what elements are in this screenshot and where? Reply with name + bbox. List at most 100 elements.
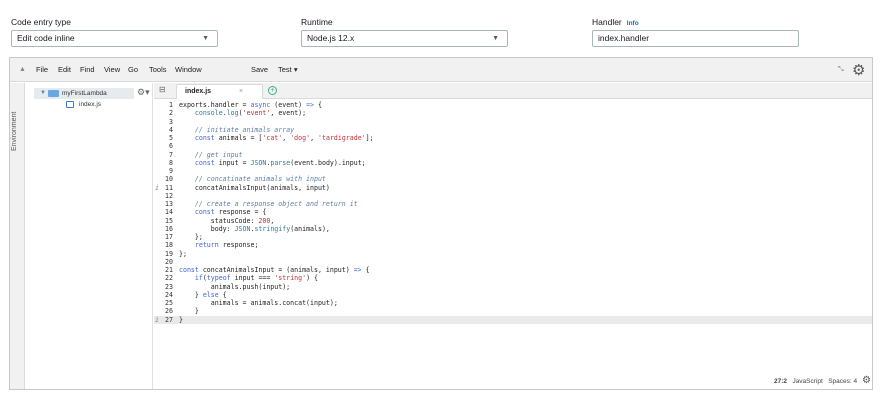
- line-number: 7: [169, 150, 173, 159]
- code-line[interactable]: 24 } else {: [154, 291, 872, 299]
- tree-settings-icon[interactable]: ⚙▾: [137, 87, 150, 98]
- code-text: } else {: [179, 290, 227, 299]
- runtime-label: Runtime: [301, 17, 333, 27]
- line-number: 2: [169, 109, 173, 118]
- code-line[interactable]: 15 statusCode: 200,: [154, 217, 872, 225]
- close-icon[interactable]: ×: [239, 85, 243, 99]
- menu-go[interactable]: Go: [128, 58, 138, 82]
- code-line[interactable]: 16 body: JSON.stringify(animals),: [154, 225, 872, 233]
- code-line[interactable]: 19};: [154, 250, 872, 258]
- line-number: 13: [165, 200, 173, 208]
- menu-window[interactable]: Window: [175, 58, 202, 82]
- add-tab-icon[interactable]: +: [268, 86, 277, 95]
- fullscreen-icon[interactable]: ⤡: [838, 66, 844, 74]
- code-text: exports.handler = async (event) => {: [179, 101, 322, 109]
- tab-index-js[interactable]: index.js ×: [176, 84, 263, 99]
- code-line[interactable]: 23 animals.push(input);: [154, 283, 872, 291]
- line-number: 10: [165, 175, 173, 184]
- file-index-js[interactable]: index.js: [79, 99, 101, 110]
- code-text: };: [179, 233, 203, 241]
- code-line[interactable]: 14 const response = {: [154, 208, 872, 216]
- code-line[interactable]: 5 const animals = ['cat', 'dog', 'tardig…: [154, 134, 872, 142]
- code-line[interactable]: 13 // create a response object and retur…: [154, 200, 872, 208]
- line-number: 17: [165, 233, 173, 241]
- code-text: concatAnimalsInput(animals, input): [179, 183, 330, 192]
- code-text: if(typeof input === 'string') {: [194, 274, 319, 283]
- gear-icon[interactable]: ⚙: [852, 61, 865, 79]
- menu-file[interactable]: File: [36, 58, 48, 82]
- code-text: console.log('event', event);: [194, 109, 307, 118]
- editor-tabbar: ⊟ index.js × +: [154, 83, 872, 99]
- chevron-down-icon[interactable]: ▼: [40, 88, 46, 99]
- code-text: // concatinate animals with input: [194, 175, 326, 184]
- code-entry-select[interactable]: Edit code inline ▼: [11, 30, 218, 47]
- line-number: 9: [169, 167, 173, 175]
- function-code-config: Code entry type Edit code inline ▼ Runti…: [0, 0, 880, 56]
- menu-view[interactable]: View: [104, 58, 120, 82]
- code-line[interactable]: 3: [154, 118, 872, 126]
- line-number: 6: [169, 142, 173, 151]
- code-line[interactable]: 4 // initiate animals array: [154, 126, 872, 134]
- code-text: animals.push(input);: [179, 282, 291, 291]
- collapse-caret-icon[interactable]: ▲: [19, 58, 26, 82]
- tab-menu-icon[interactable]: ⊟: [159, 85, 166, 94]
- code-line[interactable]: 6: [154, 142, 872, 150]
- code-text: // get input: [194, 150, 243, 159]
- code-text: const concatAnimalsInput = (animals, inp…: [179, 266, 370, 274]
- code-line[interactable]: 22 if(typeof input === 'string') {: [154, 274, 872, 282]
- line-number: 19: [165, 249, 173, 258]
- line-number: 18: [165, 241, 173, 250]
- code-text: body: JSON.stringify(animals),: [179, 224, 330, 233]
- menu-tools[interactable]: Tools: [149, 58, 167, 82]
- code-line[interactable]: 1 exports.handler = async (event) => {: [154, 101, 872, 109]
- gear-icon[interactable]: ⚙: [862, 375, 871, 386]
- runtime-select[interactable]: Node.js 12.x ▼: [301, 30, 508, 47]
- handler-input[interactable]: index.handler: [592, 30, 799, 47]
- handler-info-link[interactable]: Info: [627, 20, 639, 27]
- indent-setting[interactable]: Spaces: 4: [828, 378, 857, 385]
- line-number: 25: [165, 299, 173, 307]
- code-line[interactable]: 12: [154, 192, 872, 200]
- handler-value: index.handler: [598, 33, 650, 43]
- editor-status-bar: 27:2 JavaScript Spaces: 4 ⚙: [774, 375, 871, 387]
- code-line[interactable]: 20: [154, 258, 872, 266]
- caret-down-icon: ▼: [202, 35, 209, 42]
- code-line[interactable]: 26 }: [154, 307, 872, 315]
- menu-edit[interactable]: Edit: [58, 58, 71, 82]
- code-line[interactable]: i 11 concatAnimalsInput(animals, input): [154, 184, 872, 192]
- menu-find[interactable]: Find: [80, 58, 95, 82]
- code-line[interactable]: 25 animals = animals.concat(input);: [154, 299, 872, 307]
- code-line[interactable]: 8 const input = JSON.parse(event.body).i…: [154, 159, 872, 167]
- line-number: 24: [165, 290, 173, 299]
- language-mode[interactable]: JavaScript: [792, 378, 822, 385]
- line-number: 14: [165, 208, 173, 217]
- code-line[interactable]: 7 // get input: [154, 151, 872, 159]
- code-line[interactable]: 18 return response;: [154, 241, 872, 249]
- handler-label: Handler Info: [592, 17, 639, 27]
- line-number: 21: [165, 266, 173, 274]
- line-number: 20: [165, 257, 173, 266]
- code-area[interactable]: 1 exports.handler = async (event) => {2 c…: [154, 101, 872, 324]
- code-text: animals = animals.concat(input);: [179, 299, 338, 307]
- code-line[interactable]: 17 };: [154, 233, 872, 241]
- code-text: const input = JSON.parse(event.body).inp…: [194, 158, 366, 167]
- line-number: 26: [165, 307, 173, 316]
- code-line[interactable]: 21 const concatAnimalsInput = (animals, i…: [154, 266, 872, 274]
- line-number: 4: [169, 125, 173, 134]
- test-button[interactable]: Test ▾: [278, 58, 298, 82]
- save-button[interactable]: Save: [251, 58, 268, 82]
- line-number: 27: [165, 315, 173, 324]
- code-text: };: [179, 249, 187, 258]
- code-text: // initiate animals array: [194, 125, 295, 134]
- code-line[interactable]: 10 // concatinate animals with input: [154, 175, 872, 183]
- line-number: 1: [169, 101, 173, 109]
- code-line[interactable]: 9: [154, 167, 872, 175]
- code-text: return response;: [194, 241, 259, 250]
- folder-label[interactable]: myFirstLambda: [62, 88, 107, 99]
- code-text: const response = {: [194, 208, 267, 217]
- environment-panel-toggle[interactable]: Environment: [10, 83, 25, 389]
- code-line[interactable]: i 27}: [154, 315, 872, 324]
- cursor-position: 27:2: [774, 378, 788, 385]
- environment-label: Environment: [11, 111, 18, 151]
- code-line[interactable]: 2 console.log('event', event);: [154, 109, 872, 117]
